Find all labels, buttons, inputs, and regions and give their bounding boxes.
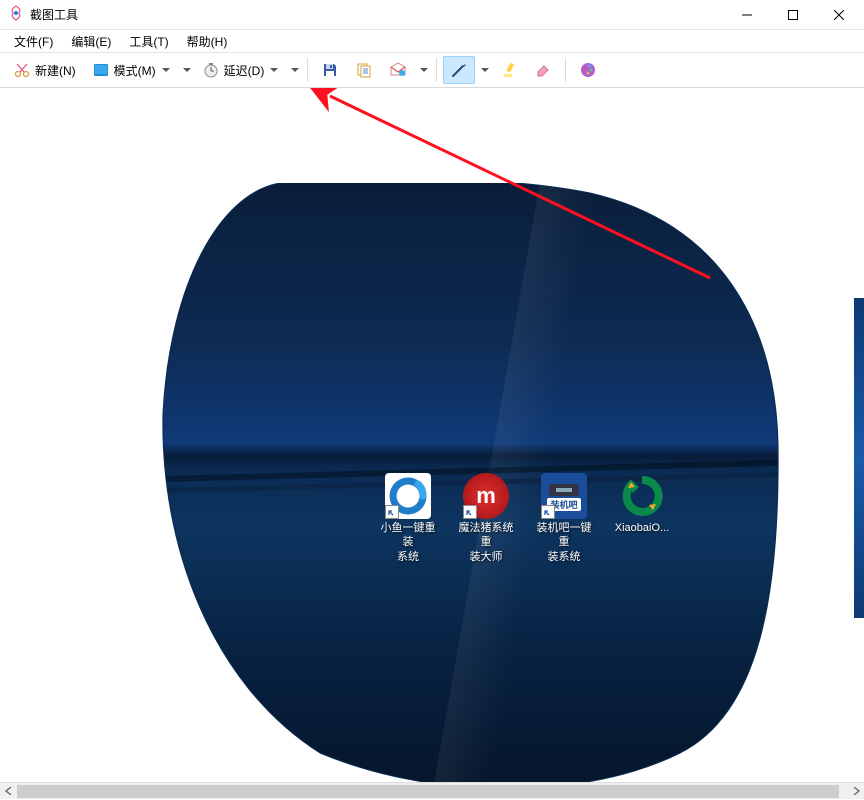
chevron-down-icon <box>420 68 428 72</box>
chevron-down-icon <box>270 68 278 72</box>
mode-label: 模式(M) <box>114 62 156 79</box>
horizontal-scrollbar[interactable] <box>0 782 864 799</box>
highlighter-button[interactable] <box>493 56 525 84</box>
pen-button[interactable] <box>443 56 475 84</box>
canvas-area[interactable]: 小鱼一键重装 系统 m 魔法猪系统重 装大师 装机吧 装机吧一键重 装系统 <box>0 88 864 782</box>
menu-edit[interactable]: 编辑(E) <box>63 31 119 52</box>
menu-tools[interactable]: 工具(T) <box>121 31 176 52</box>
desktop-icon-label: 小鱼一键重装 系统 <box>378 521 438 564</box>
shortcut-arrow-icon <box>463 505 477 519</box>
toolbar: 新建(N) 模式(M) 延迟(D) <box>0 52 864 88</box>
copy-button[interactable] <box>348 56 380 84</box>
menu-help[interactable]: 帮助(H) <box>179 31 236 52</box>
desktop-icon: 小鱼一键重装 系统 <box>378 473 438 564</box>
send-button[interactable] <box>382 56 414 84</box>
pen-dropdown[interactable] <box>477 56 491 84</box>
desktop-icon-label: XiaobaiO... <box>615 521 669 535</box>
new-snip-label: 新建(N) <box>35 62 76 79</box>
window-title: 截图工具 <box>30 6 78 23</box>
menu-file[interactable]: 文件(F) <box>6 31 61 52</box>
scroll-right-button[interactable] <box>847 783 864 800</box>
shortcut-arrow-icon <box>541 505 555 519</box>
toolbar-separator <box>307 58 308 82</box>
desktop-icons-row: 小鱼一键重装 系统 m 魔法猪系统重 装大师 装机吧 装机吧一键重 装系统 <box>378 473 672 564</box>
desktop-icon-label: 装机吧一键重 装系统 <box>534 521 594 564</box>
chevron-down-icon <box>162 68 170 72</box>
save-button[interactable] <box>314 56 346 84</box>
menubar: 文件(F) 编辑(E) 工具(T) 帮助(H) <box>0 30 864 52</box>
paint3d-button[interactable] <box>572 56 604 84</box>
chevron-down-icon <box>481 68 489 72</box>
toolbar-separator <box>565 58 566 82</box>
app-icon <box>8 5 24 24</box>
toolbar-separator <box>436 58 437 82</box>
snip-content: 小鱼一键重装 系统 m 魔法猪系统重 装大师 装机吧 装机吧一键重 装系统 <box>160 183 780 782</box>
mode-button[interactable]: 模式(M) <box>85 56 177 84</box>
new-snip-button[interactable]: 新建(N) <box>6 56 83 84</box>
delay-button[interactable]: 延迟(D) <box>195 56 286 84</box>
scroll-left-button[interactable] <box>0 783 17 800</box>
chevron-down-icon <box>183 68 191 72</box>
scrollbar-track[interactable] <box>17 783 847 799</box>
close-button[interactable] <box>816 0 862 30</box>
mode-dropdown[interactable] <box>179 56 193 84</box>
maximize-button[interactable] <box>770 0 816 30</box>
minimize-button[interactable] <box>724 0 770 30</box>
desktop-icon: XiaobaiO... <box>612 473 672 564</box>
chevron-down-icon <box>291 68 299 72</box>
eraser-button[interactable] <box>527 56 559 84</box>
desktop-icon-label: 魔法猪系统重 装大师 <box>456 521 516 564</box>
send-dropdown[interactable] <box>416 56 430 84</box>
right-edge-strip <box>854 298 864 618</box>
delay-label: 延迟(D) <box>224 62 265 79</box>
shortcut-arrow-icon <box>385 505 399 519</box>
desktop-icon: 装机吧 装机吧一键重 装系统 <box>534 473 594 564</box>
scrollbar-thumb[interactable] <box>17 785 839 798</box>
titlebar: 截图工具 <box>0 0 864 30</box>
desktop-icon: m 魔法猪系统重 装大师 <box>456 473 516 564</box>
delay-dropdown[interactable] <box>287 56 301 84</box>
